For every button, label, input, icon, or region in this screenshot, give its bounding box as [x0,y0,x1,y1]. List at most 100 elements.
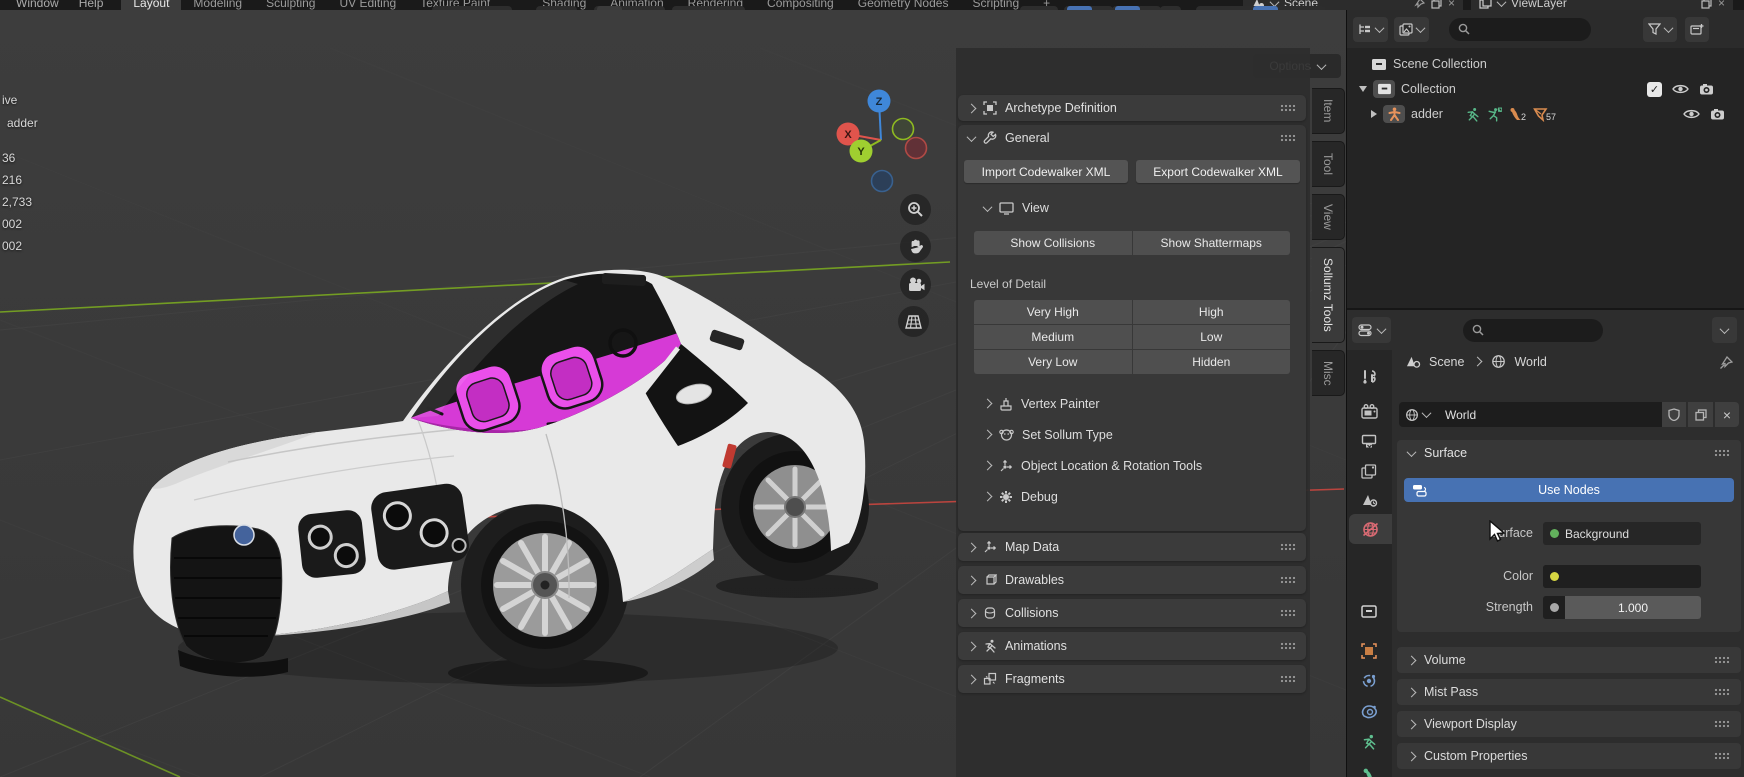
subpanel-view-header[interactable]: View [974,195,1306,221]
eye-icon[interactable] [1672,83,1689,95]
disclosure-triangle[interactable] [1371,110,1377,118]
navigation-gizmo[interactable]: Z X Y [828,84,936,196]
import-codewalker-button[interactable]: Import Codewalker XML [964,160,1128,183]
panel-collisions[interactable]: Collisions [958,599,1306,627]
drag-grip[interactable] [1714,752,1730,760]
subpanel-vertex-painter[interactable]: Vertex Painter [974,388,1306,419]
properties-search-input[interactable] [1463,319,1603,342]
panel-map-data[interactable]: Map Data [958,533,1306,561]
tab-view-layer[interactable] [1354,458,1384,484]
panel-custom-properties[interactable]: Custom Properties [1397,743,1741,769]
tab-tool[interactable] [1354,364,1384,390]
drag-grip[interactable] [1280,642,1296,650]
tab-collection[interactable] [1354,598,1384,624]
outliner-row-adder[interactable]: adder [1371,102,1443,126]
copy-datablock-button[interactable] [1688,402,1713,427]
pin-icon[interactable] [1719,356,1733,370]
workspace-tab-geometry-nodes[interactable]: Geometry Nodes [846,0,961,10]
eye-icon[interactable] [1683,108,1700,120]
toggle-grid-button[interactable] [898,306,929,337]
drag-grip[interactable] [1280,576,1296,584]
disclosure-triangle[interactable] [1359,86,1367,92]
show-collisions-button[interactable]: Show Collisions [974,231,1132,255]
panel-drawables[interactable]: Drawables [958,566,1306,594]
outliner-filter-dropdown[interactable] [1394,17,1429,42]
camera-restrict-icon[interactable] [1710,108,1725,121]
new-view-layer-icon[interactable] [1701,0,1712,9]
workspace-tab-compositing[interactable]: Compositing [755,0,846,10]
tab-render[interactable] [1354,398,1384,424]
breadcrumb-scene[interactable]: Scene [1429,355,1464,369]
new-collection-button[interactable] [1685,17,1709,42]
panel-archetype-definition[interactable]: Archetype Definition [958,95,1306,121]
tab-bone[interactable] [1354,762,1384,777]
lod-very-high-button[interactable]: Very High [974,300,1132,324]
outliner-search-input[interactable] [1449,18,1591,41]
use-nodes-button[interactable]: Use Nodes [1404,478,1734,502]
new-scene-icon[interactable] [1431,0,1442,9]
properties-editor-type-dropdown[interactable] [1352,317,1391,343]
drag-grip[interactable] [1714,449,1730,457]
pan-button[interactable] [900,231,931,262]
outliner-display-mode-dropdown[interactable] [1353,17,1388,42]
export-codewalker-button[interactable]: Export Codewalker XML [1136,160,1300,183]
remove-view-layer-icon[interactable]: × [1718,0,1725,10]
breadcrumb-world[interactable]: World [1514,355,1546,369]
panel-general-header[interactable]: General [958,125,1306,151]
drag-grip[interactable] [1280,104,1296,112]
surface-shader-dropdown[interactable]: Background [1543,522,1701,545]
color-field[interactable] [1543,565,1701,588]
surface-panel-header[interactable]: Surface [1397,440,1741,466]
gizmo-axis-neg-y[interactable] [893,119,914,140]
pin-icon[interactable] [1414,0,1425,9]
unlink-scene-icon[interactable]: × [1448,0,1455,10]
subpanel-debug[interactable]: Debug [974,481,1306,512]
sidebar-tab-view[interactable]: View [1312,194,1345,240]
menu-help[interactable]: Help [69,0,114,10]
lod-high-button[interactable]: High [1133,300,1291,324]
tab-physics[interactable] [1354,698,1384,724]
sidebar-tab-item[interactable]: Item [1312,88,1345,134]
outliner-filter-button[interactable] [1643,17,1677,42]
strength-field[interactable]: 1.000 [1543,596,1701,619]
lod-medium-button[interactable]: Medium [974,325,1132,349]
drag-grip[interactable] [1280,675,1296,683]
sidebar-tab-misc[interactable]: Misc [1312,350,1345,396]
workspace-tab-sculpting[interactable]: Sculpting [254,0,327,10]
panel-animations[interactable]: Animations [958,632,1306,660]
properties-options-dropdown[interactable] [1712,317,1737,343]
world-browse-dropdown[interactable] [1399,402,1436,427]
view-layer-selector[interactable]: ViewLayer × [1471,0,1733,10]
car-model[interactable] [118,248,878,718]
tab-object[interactable] [1354,638,1384,664]
tab-object-data[interactable] [1354,729,1384,755]
subpanel-set-sollum-type[interactable]: Set Sollum Type [974,419,1306,450]
menu-window[interactable]: Window [6,0,69,10]
outliner-row-collection[interactable]: Collection [1359,77,1456,101]
drag-grip[interactable] [1280,543,1296,551]
panel-volume[interactable]: Volume [1397,647,1741,673]
unlink-datablock-button[interactable]: × [1715,402,1739,427]
lod-hidden-button[interactable]: Hidden [1133,350,1291,374]
drag-grip[interactable] [1280,609,1296,617]
drag-grip[interactable] [1714,688,1730,696]
drag-grip[interactable] [1280,134,1296,142]
outliner-row-scene-collection[interactable]: Scene Collection [1371,52,1487,76]
viewport-3d[interactable]: ive adder 36 216 2,733 002 002 Z X Y [0,10,1346,777]
gizmo-axis-neg-z[interactable] [872,171,893,192]
gizmo-axis-neg-x[interactable] [906,138,927,159]
camera-restrict-icon[interactable] [1699,83,1714,96]
panel-mist-pass[interactable]: Mist Pass [1397,679,1741,705]
camera-view-button[interactable] [900,269,931,300]
sidebar-tab-tool[interactable]: Tool [1312,141,1345,187]
panel-fragments[interactable]: Fragments [958,665,1306,693]
tab-constraints[interactable] [1354,668,1384,694]
world-name-field[interactable]: World [1436,402,1662,427]
fake-user-button[interactable] [1662,402,1686,427]
sidebar-tab-sollumz-tools[interactable]: Sollumz Tools [1312,247,1345,343]
zoom-button[interactable] [900,194,931,225]
workspace-tab-uv-editing[interactable]: UV Editing [327,0,408,10]
lod-very-low-button[interactable]: Very Low [974,350,1132,374]
tab-world[interactable] [1349,514,1392,544]
lod-low-button[interactable]: Low [1133,325,1291,349]
